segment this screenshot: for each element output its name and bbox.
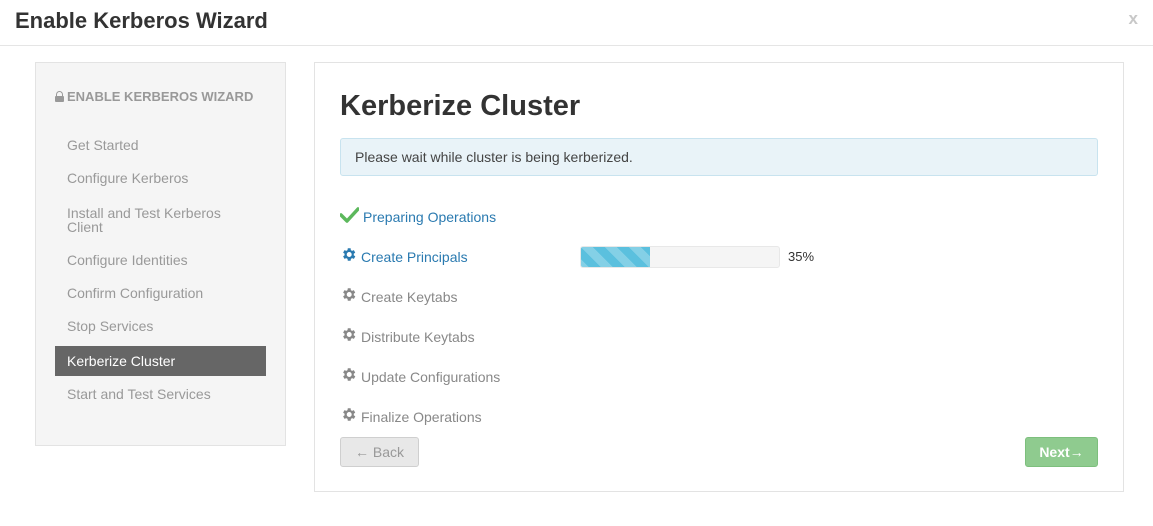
modal-title: Enable Kerberos Wizard — [15, 8, 268, 33]
progress-bar — [580, 246, 780, 268]
sidebar-item-get-started[interactable]: Get Started — [55, 135, 266, 155]
gear-icon — [340, 326, 357, 348]
sidebar-header: ENABLE KERBEROS WIZARD — [55, 87, 255, 107]
step-distribute-keytabs: Distribute Keytabs — [340, 326, 475, 346]
gear-icon — [340, 246, 357, 268]
sidebar-item-start-test-services[interactable]: Start and Test Services — [55, 376, 266, 401]
page-title: Kerberize Cluster — [340, 90, 581, 122]
step-label: Update Configurations — [361, 369, 501, 386]
sidebar-item-confirm-configuration[interactable]: Confirm Configuration — [55, 270, 266, 303]
step-label: Finalize Operations — [361, 409, 482, 426]
sidebar-item-configure-identities[interactable]: Configure Identities — [55, 237, 266, 270]
step-label: Distribute Keytabs — [361, 329, 475, 346]
sidebar-item-configure-kerberos[interactable]: Configure Kerberos — [55, 155, 266, 188]
step-update-configurations: Update Configurations — [340, 366, 500, 386]
info-alert: Please wait while cluster is being kerbe… — [340, 138, 1098, 176]
sidebar-nav: Get Started Configure Kerberos Install a… — [55, 135, 266, 401]
check-icon — [339, 207, 360, 228]
gear-icon — [340, 406, 357, 428]
gear-icon — [340, 286, 357, 308]
wizard-sidebar: ENABLE KERBEROS WIZARD Get Started Confi… — [35, 62, 286, 446]
step-label[interactable]: Create Principals — [361, 247, 468, 267]
step-create-keytabs: Create Keytabs — [340, 286, 458, 306]
step-finalize-operations: Finalize Operations — [340, 406, 482, 426]
sidebar-item-kerberize-cluster[interactable]: Kerberize Cluster — [55, 346, 266, 376]
sidebar-title: ENABLE KERBEROS WIZARD — [67, 89, 254, 104]
progress-bar-fill — [581, 247, 651, 267]
progress-percent: 35% — [788, 249, 815, 264]
step-preparing-operations: Preparing Operations — [339, 206, 496, 228]
lock-icon — [55, 91, 64, 102]
modal-header: Enable Kerberos Wizard x — [0, 0, 1153, 46]
sidebar-item-stop-services[interactable]: Stop Services — [55, 303, 266, 336]
gear-icon — [340, 366, 357, 388]
step-create-principals: Create Principals — [340, 246, 468, 266]
back-button[interactable]: ← Back — [340, 437, 419, 467]
next-button[interactable]: Next→ — [1025, 437, 1098, 467]
step-label: Create Keytabs — [361, 289, 458, 306]
step-label[interactable]: Preparing Operations — [363, 207, 496, 227]
sidebar-item-install-test-client[interactable]: Install and Test Kerberos Client — [55, 188, 266, 237]
close-button[interactable]: x — [1129, 9, 1138, 29]
main-panel: Kerberize Cluster Please wait while clus… — [314, 62, 1124, 492]
